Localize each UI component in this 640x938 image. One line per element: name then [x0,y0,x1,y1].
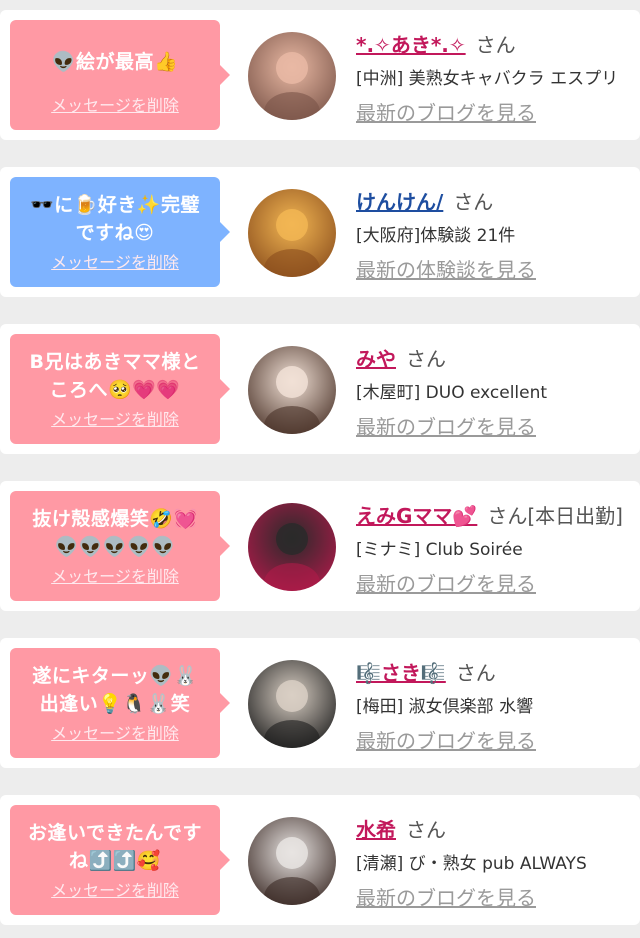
message-bubble: 🕶️に🍺好き✨完璧 ですね😍 メッセージを削除 [10,177,230,287]
latest-post-link[interactable]: 最新のブログを見る [356,98,536,128]
latest-post-link[interactable]: 最新のブログを見る [356,569,536,599]
name-line: みや さん [356,344,640,374]
name-line: けんけん/さん [356,187,640,217]
shop-name: [木屋町] DUO excellent [356,383,548,403]
honorific: さん [487,504,528,528]
avatar-photo [248,189,336,277]
message-card: 🕶️に🍺好き✨完璧 ですね😍 メッセージを削除 けんけん/さん [大阪府]体験談 21… [0,167,640,297]
girl-name-link[interactable]: えみGママ💕 [356,504,477,528]
message-bubble: B兄はあきママ様と ころへ🥺💗💗 メッセージを削除 [10,334,230,444]
message-text: 抜け殻感爆笑🤣💓 👽👽👽👽👽 [32,508,198,558]
avatar[interactable] [248,32,336,120]
delete-message-link[interactable]: メッセージを削除 [10,877,220,901]
message-text: B兄はあきママ様と ころへ🥺💗💗 [29,351,201,401]
message-list: 👽絵が最高👍 メッセージを削除 *.✧あき*.✧ さん [中洲] 美熟女キャバクラ エス… [0,0,640,938]
latest-post-link[interactable]: 最新のブログを見る [356,726,536,756]
latest-post-link[interactable]: 最新の体験談を見る [356,255,536,285]
honorific: さん [455,661,496,685]
delete-message-link[interactable]: メッセージを削除 [10,563,220,587]
girl-name-link[interactable]: 水希 [356,818,396,842]
honorific: さん [406,818,446,842]
honorific: さん [475,33,516,57]
message-card: 遂にキターッ👽🐰 出逢い💡🐧🐰笑メッセージを削除 🎼さき🎼 さん [梅田] 淑女倶楽部… [0,638,640,768]
latest-post-link[interactable]: 最新のブログを見る [356,883,536,913]
shop-name: [大阪府]体験談 21件 [356,226,516,246]
work-status: [本日出勤] [527,504,623,528]
avatar-photo [248,817,336,905]
shop-name: [梅田] 淑女倶楽部 水響 [356,697,534,717]
avatar[interactable] [248,503,336,591]
name-line: 🎼さき🎼 さん [356,658,640,688]
message-card: B兄はあきママ様と ころへ🥺💗💗 メッセージを削除 みや さん [木屋町] DUO ex… [0,324,640,454]
message-card: 👽絵が最高👍 メッセージを削除 *.✧あき*.✧ さん [中洲] 美熟女キャバクラ エス… [0,10,640,140]
message-text: お逢いできたんです ね⤴️⤴️🥰 [28,822,202,872]
girl-name-link[interactable]: 🎼さき🎼 [356,661,446,685]
delete-message-link[interactable]: メッセージを削除 [10,406,220,430]
avatar[interactable] [248,346,336,434]
message-card: 抜け殻感爆笑🤣💓 👽👽👽👽👽 メッセージを削除 えみGママ💕 さん[本日出勤] [ミナミ… [0,481,640,611]
latest-post-link[interactable]: 最新のブログを見る [356,412,536,442]
name-line: 水希 さん [356,815,640,845]
girl-name-link[interactable]: *.✧あき*.✧ [356,33,466,57]
shop-name: [清瀬] び・熟女 pub ALWAYS [356,854,587,874]
name-line: えみGママ💕 さん[本日出勤] [356,501,640,531]
avatar-photo [248,32,336,120]
shop-name: [ミナミ] Club Soirée [356,540,523,560]
avatar[interactable] [248,660,336,748]
delete-message-link[interactable]: メッセージを削除 [10,249,220,273]
message-card: お逢いできたんです ね⤴️⤴️🥰 メッセージを削除 水希 さん [清瀬] び・熟女 pu… [0,795,640,925]
delete-message-link[interactable]: メッセージを削除 [10,92,220,116]
message-bubble: お逢いできたんです ね⤴️⤴️🥰 メッセージを削除 [10,805,230,915]
avatar-photo [248,346,336,434]
honorific: さん [406,347,446,371]
message-bubble: 抜け殻感爆笑🤣💓 👽👽👽👽👽 メッセージを削除 [10,491,230,601]
girl-name-link[interactable]: けんけん/ [356,190,443,214]
shop-name: [中洲] 美熟女キャバクラ エスプリ [356,69,619,89]
avatar[interactable] [248,817,336,905]
avatar-photo [248,503,336,591]
delete-message-link[interactable]: メッセージを削除 [10,720,220,744]
avatar[interactable] [248,189,336,277]
message-bubble: 遂にキターッ👽🐰 出逢い💡🐧🐰笑メッセージを削除 [10,648,230,758]
girl-name-link[interactable]: みや [356,347,396,371]
message-bubble: 👽絵が最高👍 メッセージを削除 [10,20,230,130]
message-text: 👽絵が最高👍 [51,51,179,73]
honorific: さん [453,190,494,214]
avatar-photo [248,660,336,748]
message-text: 遂にキターッ👽🐰 出逢い💡🐧🐰笑 [32,665,198,715]
message-text: 🕶️に🍺好き✨完璧 ですね😍 [30,194,200,244]
name-line: *.✧あき*.✧ さん [356,30,640,60]
